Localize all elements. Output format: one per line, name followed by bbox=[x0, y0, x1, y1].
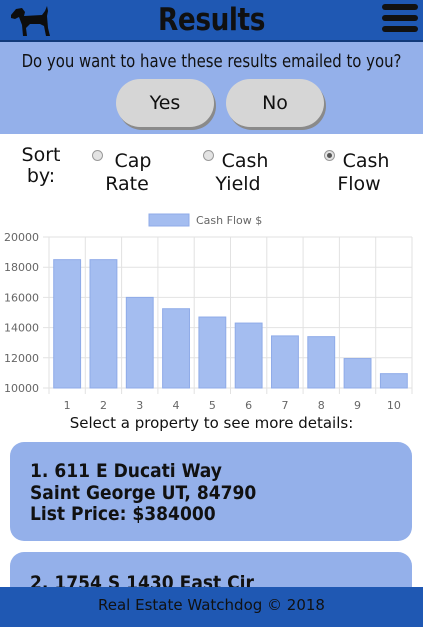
y-tick-label: 18000 bbox=[4, 261, 39, 274]
chart-bar bbox=[234, 322, 263, 389]
chart-bar bbox=[125, 296, 154, 389]
cash-flow-label-line1: Cash bbox=[342, 150, 390, 172]
cash-flow-label-line2: Flow bbox=[337, 173, 381, 195]
no-button[interactable]: No bbox=[226, 79, 324, 127]
chart-bar bbox=[198, 316, 227, 389]
cash-yield-label-line2: Yield bbox=[215, 173, 261, 195]
select-property-note: Select a property to see more details: bbox=[69, 414, 354, 432]
chart-bar bbox=[379, 373, 408, 389]
email-question: Do you want to have these results emaile… bbox=[21, 51, 402, 72]
chart-bar bbox=[89, 259, 118, 389]
property-card[interactable]: 1. 611 E Ducati Way Saint George UT, 847… bbox=[10, 442, 412, 541]
x-tick-label: 10 bbox=[387, 399, 401, 412]
cash-flow-bar-chart: Cash Flow $ 10000 12000 14000 16000 18000 200… bbox=[4, 213, 413, 412]
chart-bar bbox=[271, 335, 299, 389]
x-tick-label: 9 bbox=[354, 399, 361, 412]
legend-swatch bbox=[148, 213, 190, 227]
x-tick-label: 2 bbox=[100, 399, 107, 412]
chart-bar bbox=[343, 358, 372, 389]
chart-bar bbox=[162, 308, 190, 389]
chart-bar bbox=[307, 336, 336, 389]
x-tick-label: 6 bbox=[245, 399, 252, 412]
chart-bar bbox=[53, 259, 82, 389]
sort-label: Sort by: bbox=[16, 145, 66, 187]
header-bar: Results bbox=[0, 0, 423, 42]
x-tick-label: 3 bbox=[136, 399, 143, 412]
legend-label: Cash Flow $ bbox=[196, 214, 262, 227]
y-tick-label: 20000 bbox=[4, 231, 39, 244]
y-tick-label: 12000 bbox=[4, 352, 39, 365]
y-tick-label: 16000 bbox=[4, 291, 39, 304]
hamburger-menu-icon[interactable] bbox=[382, 4, 418, 36]
sort-label-line2: by: bbox=[26, 165, 56, 187]
x-tick-label: 7 bbox=[281, 399, 288, 412]
cash-yield-label-line1: Cash bbox=[221, 150, 269, 172]
property-price: List Price: $384000 bbox=[30, 503, 216, 525]
page-title: Results bbox=[158, 2, 265, 38]
y-tick-label: 14000 bbox=[4, 322, 39, 335]
footer: Real Estate Watchdog © 2018 bbox=[0, 587, 423, 627]
cap-rate-label-line1: Cap bbox=[114, 150, 152, 172]
y-tick-label: 10000 bbox=[4, 382, 39, 395]
yes-button[interactable]: Yes bbox=[116, 79, 214, 127]
x-tick-label: 8 bbox=[318, 399, 325, 412]
property-title: 1. 611 E Ducati Way bbox=[30, 460, 222, 482]
sort-label-line1: Sort bbox=[21, 144, 61, 166]
x-tick-label: 1 bbox=[64, 399, 71, 412]
x-tick-label: 4 bbox=[173, 399, 180, 412]
property-location: Saint George UT, 84790 bbox=[30, 482, 257, 504]
email-prompt-panel: Do you want to have these results emaile… bbox=[0, 42, 423, 134]
x-tick-label: 5 bbox=[209, 399, 216, 412]
cap-rate-label-line2: Rate bbox=[105, 173, 149, 195]
